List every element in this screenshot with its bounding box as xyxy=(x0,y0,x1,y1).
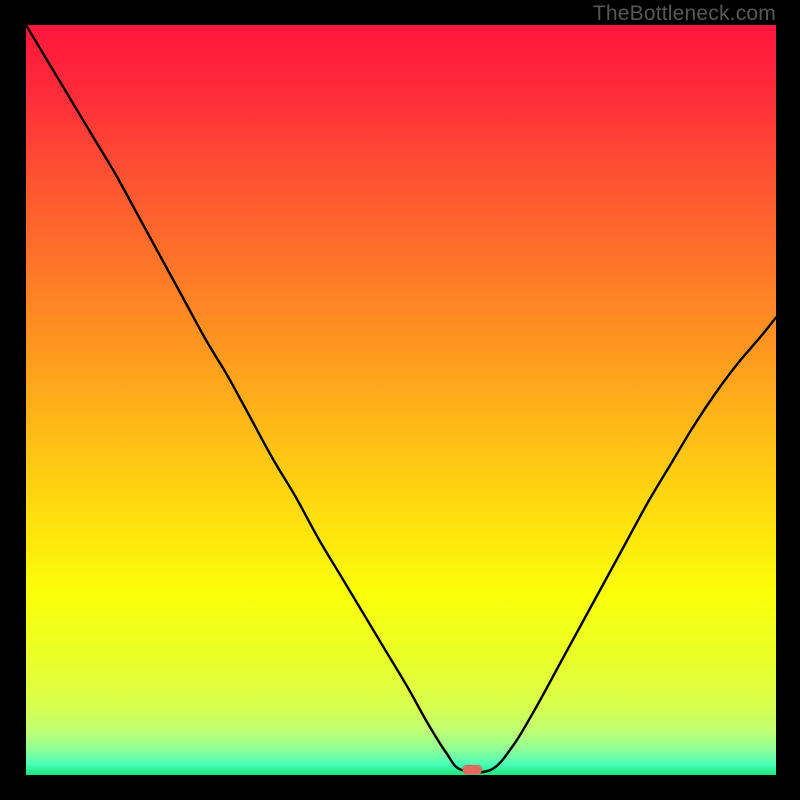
optimal-marker xyxy=(26,25,776,775)
plot-area xyxy=(26,25,776,775)
chart-frame: TheBottleneck.com xyxy=(0,0,800,800)
watermark-text: TheBottleneck.com xyxy=(593,2,776,26)
